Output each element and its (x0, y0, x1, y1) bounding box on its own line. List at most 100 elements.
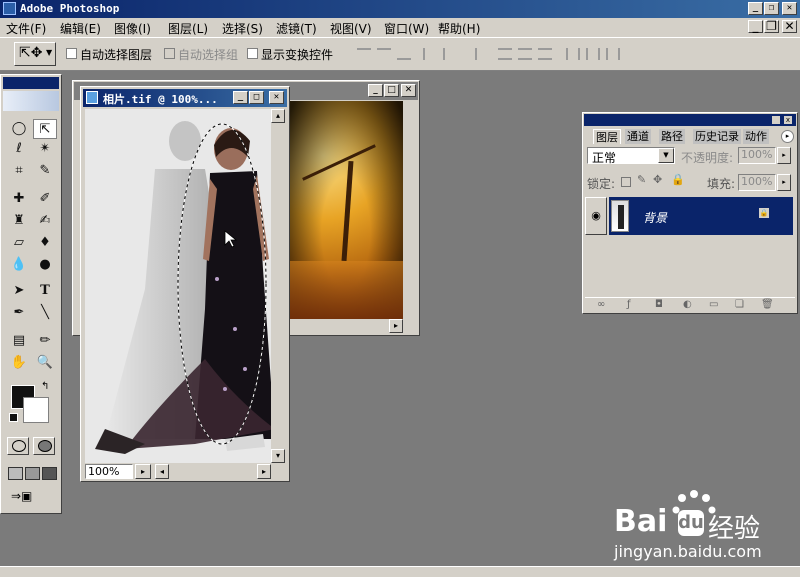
distribute-top-icon[interactable] (498, 48, 512, 60)
quick-mask-mode-button[interactable] (33, 437, 55, 455)
distribute-hcenter-icon[interactable] (586, 48, 600, 60)
new-layer-icon[interactable]: ❏ (735, 299, 744, 310)
align-hcenter-icon[interactable] (443, 48, 457, 60)
slice-tool-icon[interactable]: ✎ (33, 161, 57, 181)
zoom-tool-icon[interactable]: 🔍 (33, 353, 57, 373)
menu-help[interactable]: 帮助(H) (438, 20, 480, 37)
document-titlebar-active[interactable]: 相片.tif @ 100%... _ □ ✕ (83, 89, 287, 107)
align-top-icon[interactable] (357, 48, 371, 60)
fill-arrow-icon[interactable]: ▸ (777, 174, 791, 191)
menu-filter[interactable]: 滤镜(T) (276, 20, 317, 37)
lock-all-icon[interactable]: 🔒 (671, 173, 685, 186)
type-tool-icon[interactable]: T (33, 281, 57, 301)
menu-view[interactable]: 视图(V) (330, 20, 372, 37)
scroll-down-icon[interactable]: ▾ (271, 449, 285, 463)
fill-input[interactable]: 100% (738, 174, 776, 191)
eye-visibility-icon[interactable]: ◉ (585, 197, 607, 235)
distribute-vcenter-icon[interactable] (518, 48, 532, 60)
tool-preset-picker[interactable]: ⇱✥ ▼ (14, 42, 56, 66)
distribute-left-icon[interactable] (566, 48, 580, 60)
doc1-close-icon[interactable]: ✕ (269, 91, 284, 104)
menu-layer[interactable]: 图层(L) (168, 20, 208, 37)
tab-history[interactable]: 历史记录 (693, 129, 741, 144)
panel-minimize-icon[interactable] (772, 116, 780, 124)
layer-style-icon[interactable]: ƒ (627, 299, 631, 310)
healing-brush-tool-icon[interactable]: ✚ (7, 189, 31, 209)
adjustment-layer-icon[interactable]: ◐ (683, 299, 692, 310)
tab-channels[interactable]: 通道 (625, 129, 651, 144)
doc1-minimize-icon[interactable]: _ (233, 91, 248, 104)
close-icon[interactable]: ✕ (782, 2, 797, 15)
brush-tool-icon[interactable]: ✐ (33, 189, 57, 209)
panel-close-icon[interactable]: x (784, 116, 792, 124)
auto-select-group-checkbox[interactable] (164, 48, 175, 59)
doc-restore-icon[interactable]: ❐ (764, 20, 779, 33)
minimize-icon[interactable]: _ (748, 2, 763, 15)
link-layers-icon[interactable]: ∞ (597, 299, 605, 310)
notes-tool-icon[interactable]: ▤ (7, 331, 31, 351)
layers-panel-titlebar[interactable]: x (584, 114, 796, 126)
lock-paint-icon[interactable]: ✎ (637, 173, 646, 186)
paint-bucket-tool-icon[interactable]: ♦ (33, 233, 57, 253)
menu-window[interactable]: 窗口(W) (384, 20, 429, 37)
align-right-icon[interactable] (463, 48, 477, 60)
align-vcenter-icon[interactable] (377, 48, 391, 60)
background-color-swatch[interactable] (23, 397, 49, 423)
menu-edit[interactable]: 编辑(E) (60, 20, 101, 37)
scroll-right-icon[interactable]: ▸ (389, 319, 403, 333)
opacity-input[interactable]: 100% (738, 147, 776, 164)
dodge-tool-icon[interactable]: ● (33, 255, 57, 275)
doc2-maximize-icon[interactable]: □ (384, 84, 399, 97)
swap-colors-icon[interactable]: ↰ (41, 381, 49, 392)
auto-select-layer-checkbox[interactable] (66, 48, 77, 59)
marquee-tool-icon[interactable]: ◯ (7, 119, 31, 139)
doc-minimize-icon[interactable]: _ (748, 20, 763, 33)
align-bottom-icon[interactable] (397, 48, 411, 60)
menu-select[interactable]: 选择(S) (222, 20, 263, 37)
scroll-up-icon[interactable]: ▴ (271, 109, 285, 123)
zoom-field[interactable]: 100% (85, 464, 133, 479)
align-left-icon[interactable] (423, 48, 437, 60)
tab-actions[interactable]: 动作 (743, 129, 769, 144)
pen-tool-icon[interactable]: ✒ (7, 303, 31, 323)
clone-stamp-tool-icon[interactable]: ♜ (7, 211, 31, 231)
tab-layers[interactable]: 图层 (593, 129, 621, 144)
doc-close-icon[interactable]: ✕ (782, 20, 797, 33)
line-tool-icon[interactable]: ╲ (33, 303, 57, 323)
layer-row-background[interactable]: ◉ 背景 🔒 (585, 197, 795, 235)
vertical-scrollbar-front[interactable]: ▴ ▾ (271, 109, 285, 463)
vertical-scrollbar-back[interactable] (405, 101, 419, 319)
layer-mask-icon[interactable]: ◘ (655, 299, 663, 310)
feather-logo-icon[interactable] (3, 91, 59, 111)
magic-wand-tool-icon[interactable]: ✴ (33, 139, 57, 159)
standard-mode-button[interactable] (7, 437, 29, 455)
screen-mode-standard-icon[interactable] (8, 467, 23, 480)
eyedropper-tool-icon[interactable]: ✏ (33, 331, 57, 351)
distribute-right-icon[interactable] (606, 48, 620, 60)
screen-mode-full-menu-icon[interactable] (25, 467, 40, 480)
distribute-bottom-icon[interactable] (538, 48, 552, 60)
scroll-left-icon[interactable]: ◂ (155, 464, 169, 479)
doc2-close-icon[interactable]: ✕ (401, 84, 416, 97)
menu-file[interactable]: 文件(F) (6, 20, 46, 37)
opacity-arrow-icon[interactable]: ▸ (777, 147, 791, 164)
move-tool-icon[interactable]: ⇱ (33, 119, 57, 139)
tab-paths[interactable]: 路径 (659, 129, 685, 144)
lasso-tool-icon[interactable]: ℓ (7, 139, 31, 159)
blend-mode-select[interactable]: 正常 ▼ (587, 147, 675, 165)
restore-icon[interactable]: ❐ (764, 2, 779, 15)
horizontal-scrollbar-back[interactable]: ▸ (289, 319, 405, 333)
screen-mode-full-icon[interactable] (42, 467, 57, 480)
lock-transparency-icon[interactable] (621, 177, 631, 187)
show-transform-checkbox[interactable] (247, 48, 258, 59)
lock-move-icon[interactable]: ✥ (653, 173, 662, 186)
doc1-maximize-icon[interactable]: □ (249, 91, 264, 104)
new-group-icon[interactable]: ▭ (709, 299, 718, 310)
status-menu-icon[interactable]: ▸ (135, 464, 151, 479)
default-colors-icon[interactable] (9, 413, 18, 422)
jump-to-imageready-icon[interactable]: ⇒▣ (11, 489, 51, 505)
scroll-right-front-icon[interactable]: ▸ (257, 464, 271, 479)
menu-image[interactable]: 图像(I) (114, 20, 151, 37)
path-selection-tool-icon[interactable]: ➤ (7, 281, 31, 301)
doc2-minimize-icon[interactable]: _ (368, 84, 383, 97)
